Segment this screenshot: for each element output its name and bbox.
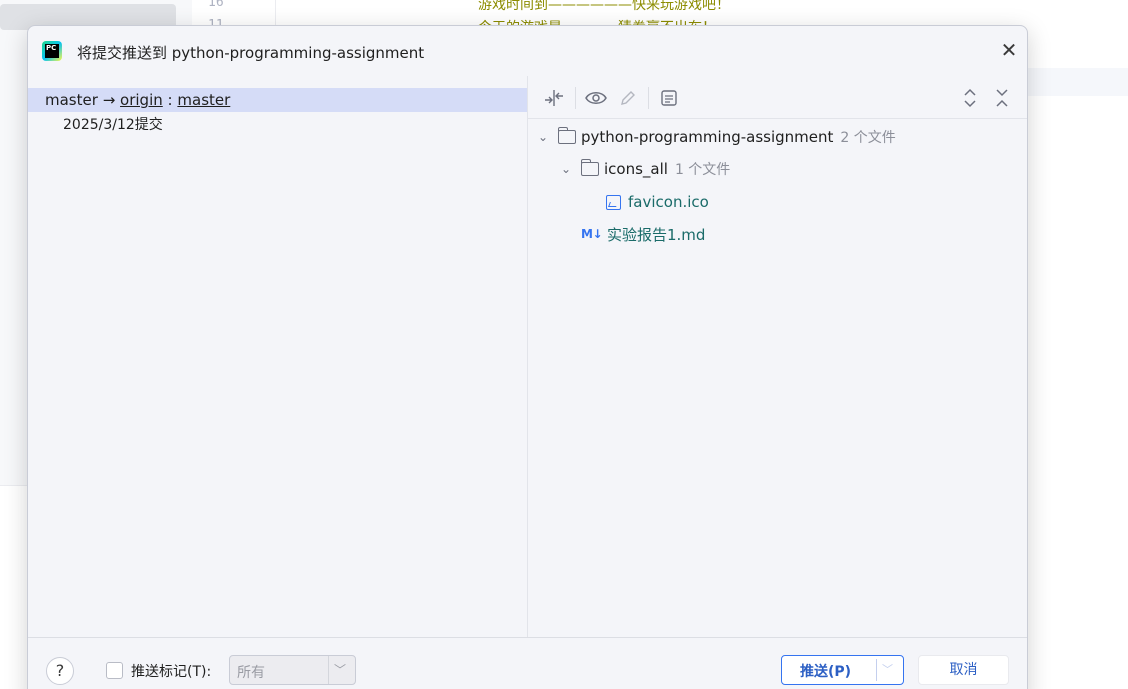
push-tags-label[interactable]: 推送标记(T): — [131, 661, 211, 681]
help-button[interactable]: ? — [46, 657, 74, 685]
folder-name: icons_all — [604, 160, 668, 178]
dialog-footer: ? 推送标记(T): 所有 ﹀ 推送(P) ﹀ 取消 — [28, 637, 1027, 689]
file-name: 实验报告1.md — [607, 225, 706, 244]
close-icon[interactable]: ✕ — [998, 39, 1020, 61]
chevron-down-icon[interactable]: ⌄ — [559, 162, 573, 176]
tree-row-file[interactable]: M↓ 实验报告1.md — [581, 221, 705, 247]
folder-file-count: 1 个文件 — [674, 162, 731, 178]
tags-select-value: 所有 — [237, 665, 265, 681]
edit-icon[interactable] — [615, 85, 641, 111]
tags-select[interactable]: 所有 ﹀ — [229, 655, 356, 685]
local-branch: master — [45, 91, 98, 109]
line-number: 16 — [208, 0, 224, 10]
changes-toolbar — [528, 76, 1027, 119]
code-line: 游戏时间到——————快来玩游戏吧！ — [478, 0, 730, 13]
collapse-all-icon[interactable] — [989, 85, 1015, 111]
expand-all-icon[interactable] — [957, 85, 983, 111]
tree-row-root[interactable]: ⌄ python-programming-assignment 2 个文件 — [536, 124, 896, 150]
arrow-icon: → — [102, 91, 116, 109]
changelist-icon[interactable] — [656, 85, 682, 111]
root-folder-name: python-programming-assignment — [581, 128, 834, 146]
push-button[interactable]: 推送(P) ﹀ — [781, 655, 904, 685]
markdown-file-icon: M↓ — [581, 227, 603, 241]
commit-entry[interactable]: 2025/3/12提交 — [63, 114, 163, 134]
tree-row-folder[interactable]: ⌄ icons_all 1 个文件 — [559, 156, 730, 182]
editor-current-line — [1028, 68, 1128, 96]
push-target-row[interactable]: master → origin : master — [28, 88, 527, 112]
remote-separator: : — [167, 91, 173, 109]
eye-icon[interactable] — [583, 85, 609, 111]
push-tags-checkbox[interactable] — [106, 662, 123, 679]
pycharm-logo-icon: PC — [42, 41, 62, 61]
dialog-titlebar: PC 将提交推送到 python-programming-assignment … — [28, 26, 1027, 76]
push-target: master → origin : master — [45, 91, 230, 109]
push-button-label: 推送(P) — [800, 664, 852, 680]
folder-icon — [557, 127, 576, 144]
root-file-count: 2 个文件 — [840, 130, 896, 146]
file-name: favicon.ico — [628, 193, 709, 211]
changes-panel: ⌄ python-programming-assignment 2 个文件 ⌄ … — [528, 76, 1027, 637]
tree-row-file[interactable]: favicon.ico — [606, 189, 709, 215]
collapse-diff-icon[interactable] — [541, 85, 567, 111]
chevron-down-icon: ﹀ — [334, 663, 347, 677]
remote-branch-link[interactable]: master — [177, 91, 230, 109]
chevron-down-icon[interactable]: ⌄ — [536, 130, 550, 144]
push-dialog: PC 将提交推送到 python-programming-assignment … — [27, 25, 1028, 689]
remote-link[interactable]: origin — [120, 91, 163, 109]
commits-panel: master → origin : master 2025/3/12提交 — [28, 76, 528, 637]
cancel-button[interactable]: 取消 — [918, 655, 1009, 685]
image-file-icon — [606, 194, 621, 210]
dialog-title: 将提交推送到 python-programming-assignment — [77, 44, 425, 62]
folder-icon — [580, 159, 599, 176]
chevron-down-icon[interactable]: ﹀ — [882, 661, 893, 677]
